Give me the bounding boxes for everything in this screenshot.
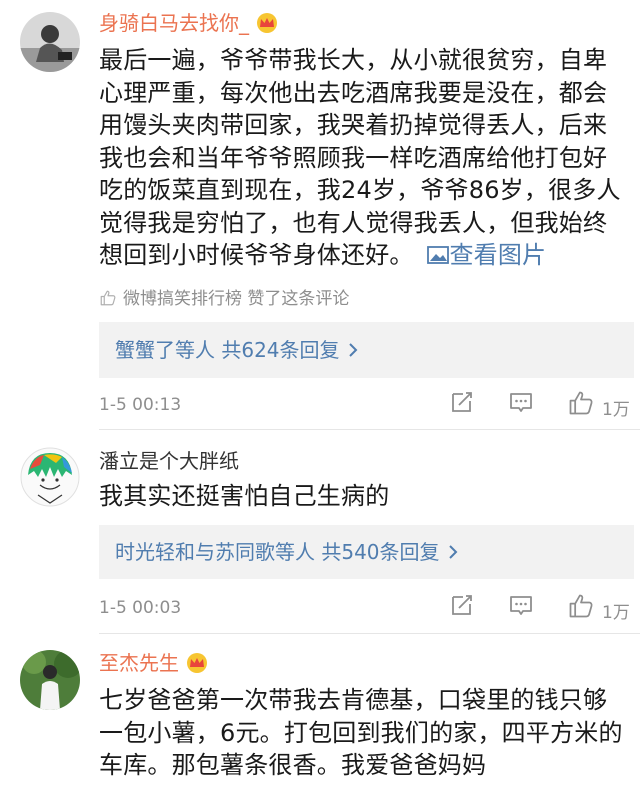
thumb-up-icon (569, 594, 593, 618)
reply-summary-text[interactable]: 时光轻和与苏同歌等人 共540条回复 (115, 540, 440, 564)
repost-button[interactable] (449, 592, 475, 623)
thumb-up-icon (569, 391, 593, 415)
comment-icon (510, 596, 532, 615)
reply-button[interactable] (508, 389, 534, 420)
timestamp: 1-5 00:13 (99, 395, 182, 415)
picture-icon (427, 246, 450, 264)
reply-summary-text[interactable]: 蟹蟹了等人 共624条回复 (115, 338, 340, 362)
username-text[interactable]: 潘立是个大胖纸 (99, 449, 239, 473)
crown-icon (257, 13, 277, 33)
username-text[interactable]: 至杰先生 (99, 651, 179, 675)
comment-item: 潘立是个大胖纸 我其实还挺害怕自己生病的 时光轻和与苏同歌等人 共540条回复 … (0, 430, 640, 638)
reply-summary[interactable]: 蟹蟹了等人 共624条回复 (99, 322, 634, 378)
chevron-right-icon (348, 322, 358, 378)
liked-by-text: 微博搞笑排行榜 赞了这条评论 (123, 289, 350, 309)
username-text[interactable]: 身骑白马去找你_ (99, 11, 249, 35)
avatar[interactable] (20, 447, 80, 507)
like-count: 1万 (602, 400, 630, 420)
thumb-up-icon (100, 290, 116, 306)
view-picture-label[interactable]: 查看图片 (449, 241, 546, 269)
comment-body: 七岁爸爸第一次带我去肯德基，口袋里的钱只够一包小薯，6元。打包回到我们的家，四平… (99, 686, 623, 779)
username[interactable]: 身骑白马去找你_ (99, 10, 279, 36)
liked-by-line: 微博搞笑排行榜 赞了这条评论 (99, 284, 349, 309)
username[interactable]: 潘立是个大胖纸 (99, 448, 239, 474)
repost-icon (452, 392, 472, 412)
repost-icon (452, 595, 472, 615)
repost-button[interactable] (449, 389, 475, 420)
comment-body: 我其实还挺害怕自己生病的 (99, 482, 390, 510)
like-button[interactable] (567, 389, 595, 422)
chevron-right-icon (448, 525, 458, 579)
divider (99, 633, 640, 634)
comment-item: 至杰先生 七岁爸爸第一次带我去肯德基，口袋里的钱只够一包小薯，6元。打包回到我们… (0, 638, 640, 796)
avatar[interactable] (20, 650, 80, 710)
crown-icon (187, 653, 207, 673)
comment-text: 最后一遍，爷爷带我长大，从小就很贫穷，自卑心理严重，每次他出去吃酒席我要是没在，… (99, 44, 629, 272)
reply-button[interactable] (508, 592, 534, 623)
like-count: 1万 (602, 603, 630, 623)
comment-body: 最后一遍，爷爷带我长大，从小就很贫穷，自卑心理严重，每次他出去吃酒席我要是没在，… (99, 46, 621, 269)
timestamp: 1-5 00:03 (99, 598, 182, 618)
comment-text: 我其实还挺害怕自己生病的 (99, 480, 629, 513)
comment-item: 身骑白马去找你_ 最后一遍，爷爷带我长大，从小就很贫穷，自卑心理严重，每次他出去… (0, 0, 640, 430)
username[interactable]: 至杰先生 (99, 650, 209, 676)
comment-icon (510, 393, 532, 412)
like-button[interactable] (567, 592, 595, 625)
avatar[interactable] (20, 12, 80, 72)
view-picture-link[interactable]: 查看图片 (421, 241, 546, 269)
comment-text: 七岁爸爸第一次带我去肯德基，口袋里的钱只够一包小薯，6元。打包回到我们的家，四平… (99, 684, 629, 782)
reply-summary[interactable]: 时光轻和与苏同歌等人 共540条回复 (99, 525, 634, 579)
